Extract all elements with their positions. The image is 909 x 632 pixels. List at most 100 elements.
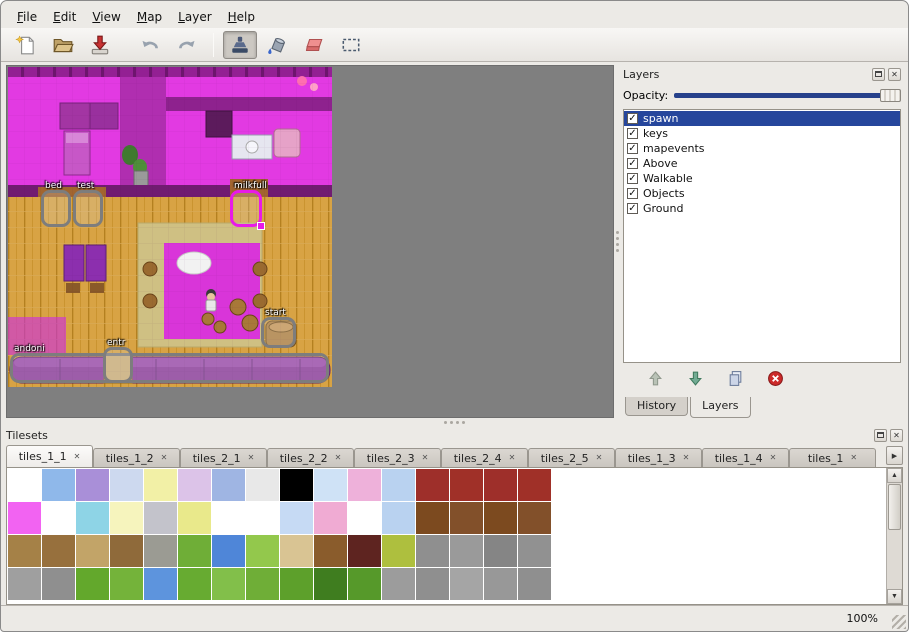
undo-button[interactable] [133, 31, 167, 59]
tileset-tile[interactable] [314, 535, 347, 567]
opacity-slider-track[interactable] [674, 93, 899, 98]
tileset-tile[interactable] [450, 502, 483, 534]
tileset-tile[interactable] [314, 502, 347, 534]
tileset-tile[interactable] [144, 469, 177, 501]
layer-visibility-checkbox[interactable]: ✓ [627, 158, 638, 169]
object-resize-handle[interactable] [257, 222, 265, 230]
tileset-tile[interactable] [280, 568, 313, 600]
tileset-tile[interactable] [416, 568, 449, 600]
menu-edit[interactable]: Edit [45, 7, 84, 27]
tileset-tile[interactable] [246, 469, 279, 501]
tileset-tile[interactable] [178, 535, 211, 567]
close-tab-icon[interactable]: ✕ [74, 453, 81, 461]
rectangular-select-tool-button[interactable] [334, 31, 368, 59]
tileset-tile[interactable] [484, 469, 517, 501]
tileset-tile[interactable] [484, 568, 517, 600]
map-object-test[interactable]: test [73, 190, 103, 227]
tileset-tile[interactable] [144, 568, 177, 600]
close-tab-icon[interactable]: ✕ [509, 454, 516, 462]
tileset-tab[interactable]: tiles_2_2 ✕ [267, 448, 354, 467]
map-object-milkfull[interactable]: milkfull [230, 190, 262, 227]
close-tab-icon[interactable]: ✕ [596, 454, 603, 462]
tileset-tile[interactable] [314, 568, 347, 600]
tileset-tile[interactable] [212, 469, 245, 501]
layer-visibility-checkbox[interactable]: ✓ [627, 188, 638, 199]
tileset-tile[interactable] [42, 535, 75, 567]
raise-layer-button[interactable] [643, 368, 667, 392]
tileset-tile[interactable] [178, 568, 211, 600]
resize-grip[interactable] [892, 615, 906, 629]
close-tab-icon[interactable]: ✕ [850, 454, 857, 462]
tileset-tile[interactable] [76, 568, 109, 600]
tileset-tile[interactable] [246, 568, 279, 600]
tileset-tile[interactable] [518, 568, 551, 600]
scrollbar-track[interactable] [887, 531, 902, 589]
menu-view[interactable]: View [84, 7, 128, 27]
tileset-tile[interactable] [212, 535, 245, 567]
tab-history[interactable]: History [625, 397, 688, 416]
tileset-tab[interactable]: tiles_2_1 ✕ [180, 448, 267, 467]
tileset-tile[interactable] [450, 469, 483, 501]
layer-row-keys[interactable]: ✓ keys [624, 126, 900, 141]
layer-row-mapevents[interactable]: ✓ mapevents [624, 141, 900, 156]
tileset-tile[interactable] [110, 469, 143, 501]
tileset-tile[interactable] [416, 535, 449, 567]
tileset-tile[interactable] [42, 469, 75, 501]
tileset-tile[interactable] [144, 535, 177, 567]
delete-layer-button[interactable] [763, 368, 787, 392]
tileset-tile[interactable] [314, 469, 347, 501]
tileset-tile[interactable] [450, 535, 483, 567]
tileset-tile[interactable] [382, 469, 415, 501]
lower-layer-button[interactable] [683, 368, 707, 392]
map-object-start[interactable]: start [261, 317, 296, 348]
eraser-tool-button[interactable] [297, 31, 331, 59]
tileset-tab[interactable]: tiles_1_2 ✕ [93, 448, 180, 467]
tileset-tab[interactable]: tiles_1_1 ✕ [6, 445, 93, 467]
tileset-tile[interactable] [76, 535, 109, 567]
tileset-tile[interactable] [8, 469, 41, 501]
layer-visibility-checkbox[interactable]: ✓ [627, 173, 638, 184]
map-object-bed[interactable]: bed [41, 190, 71, 227]
tileset-tile[interactable] [8, 568, 41, 600]
close-tab-icon[interactable]: ✕ [770, 454, 777, 462]
tileset-tile[interactable] [382, 535, 415, 567]
tileset-tile[interactable] [382, 568, 415, 600]
scroll-up-button[interactable]: ▲ [887, 468, 902, 483]
layer-row-objects[interactable]: ✓ Objects [624, 186, 900, 201]
float-panel-button[interactable] [874, 429, 887, 442]
layer-visibility-checkbox[interactable]: ✓ [627, 128, 638, 139]
tileset-tab[interactable]: tiles_2_4 ✕ [441, 448, 528, 467]
menu-layer[interactable]: Layer [170, 7, 219, 27]
new-map-button[interactable] [9, 31, 43, 59]
tileset-tab[interactable]: tiles_1_3 ✕ [615, 448, 702, 467]
map-view[interactable]: andoni bed test milkfull start entr [6, 65, 614, 418]
tileset-tile[interactable] [280, 535, 313, 567]
tileset-tile[interactable] [518, 502, 551, 534]
tileset-tile[interactable] [246, 535, 279, 567]
tileset-tile[interactable] [518, 469, 551, 501]
tileset-tab[interactable]: tiles_1_4 ✕ [702, 448, 789, 467]
tileset-tile[interactable] [280, 469, 313, 501]
bucket-fill-tool-button[interactable] [260, 31, 294, 59]
layer-row-walkable[interactable]: ✓ Walkable [624, 171, 900, 186]
layer-visibility-checkbox[interactable]: ✓ [627, 113, 638, 124]
tileset-tile[interactable] [76, 469, 109, 501]
tileset-tile[interactable] [110, 568, 143, 600]
scroll-tabs-right-button[interactable]: ▶ [886, 446, 903, 465]
tab-layers[interactable]: Layers [690, 397, 750, 418]
duplicate-layer-button[interactable] [723, 368, 747, 392]
layer-visibility-checkbox[interactable]: ✓ [627, 143, 638, 154]
tileset-tile[interactable] [42, 568, 75, 600]
tileset-tile[interactable] [518, 535, 551, 567]
tileset-tile[interactable] [450, 568, 483, 600]
tileset-tile[interactable] [110, 502, 143, 534]
tileset-tile[interactable] [382, 502, 415, 534]
menu-help[interactable]: Help [220, 7, 263, 27]
tileset-tile[interactable] [178, 502, 211, 534]
tileset-tile[interactable] [212, 568, 245, 600]
menu-map[interactable]: Map [129, 7, 170, 27]
tileset-tile[interactable] [8, 502, 41, 534]
close-tab-icon[interactable]: ✕ [335, 454, 342, 462]
tileset-tile[interactable] [348, 469, 381, 501]
float-panel-button[interactable] [872, 68, 885, 81]
